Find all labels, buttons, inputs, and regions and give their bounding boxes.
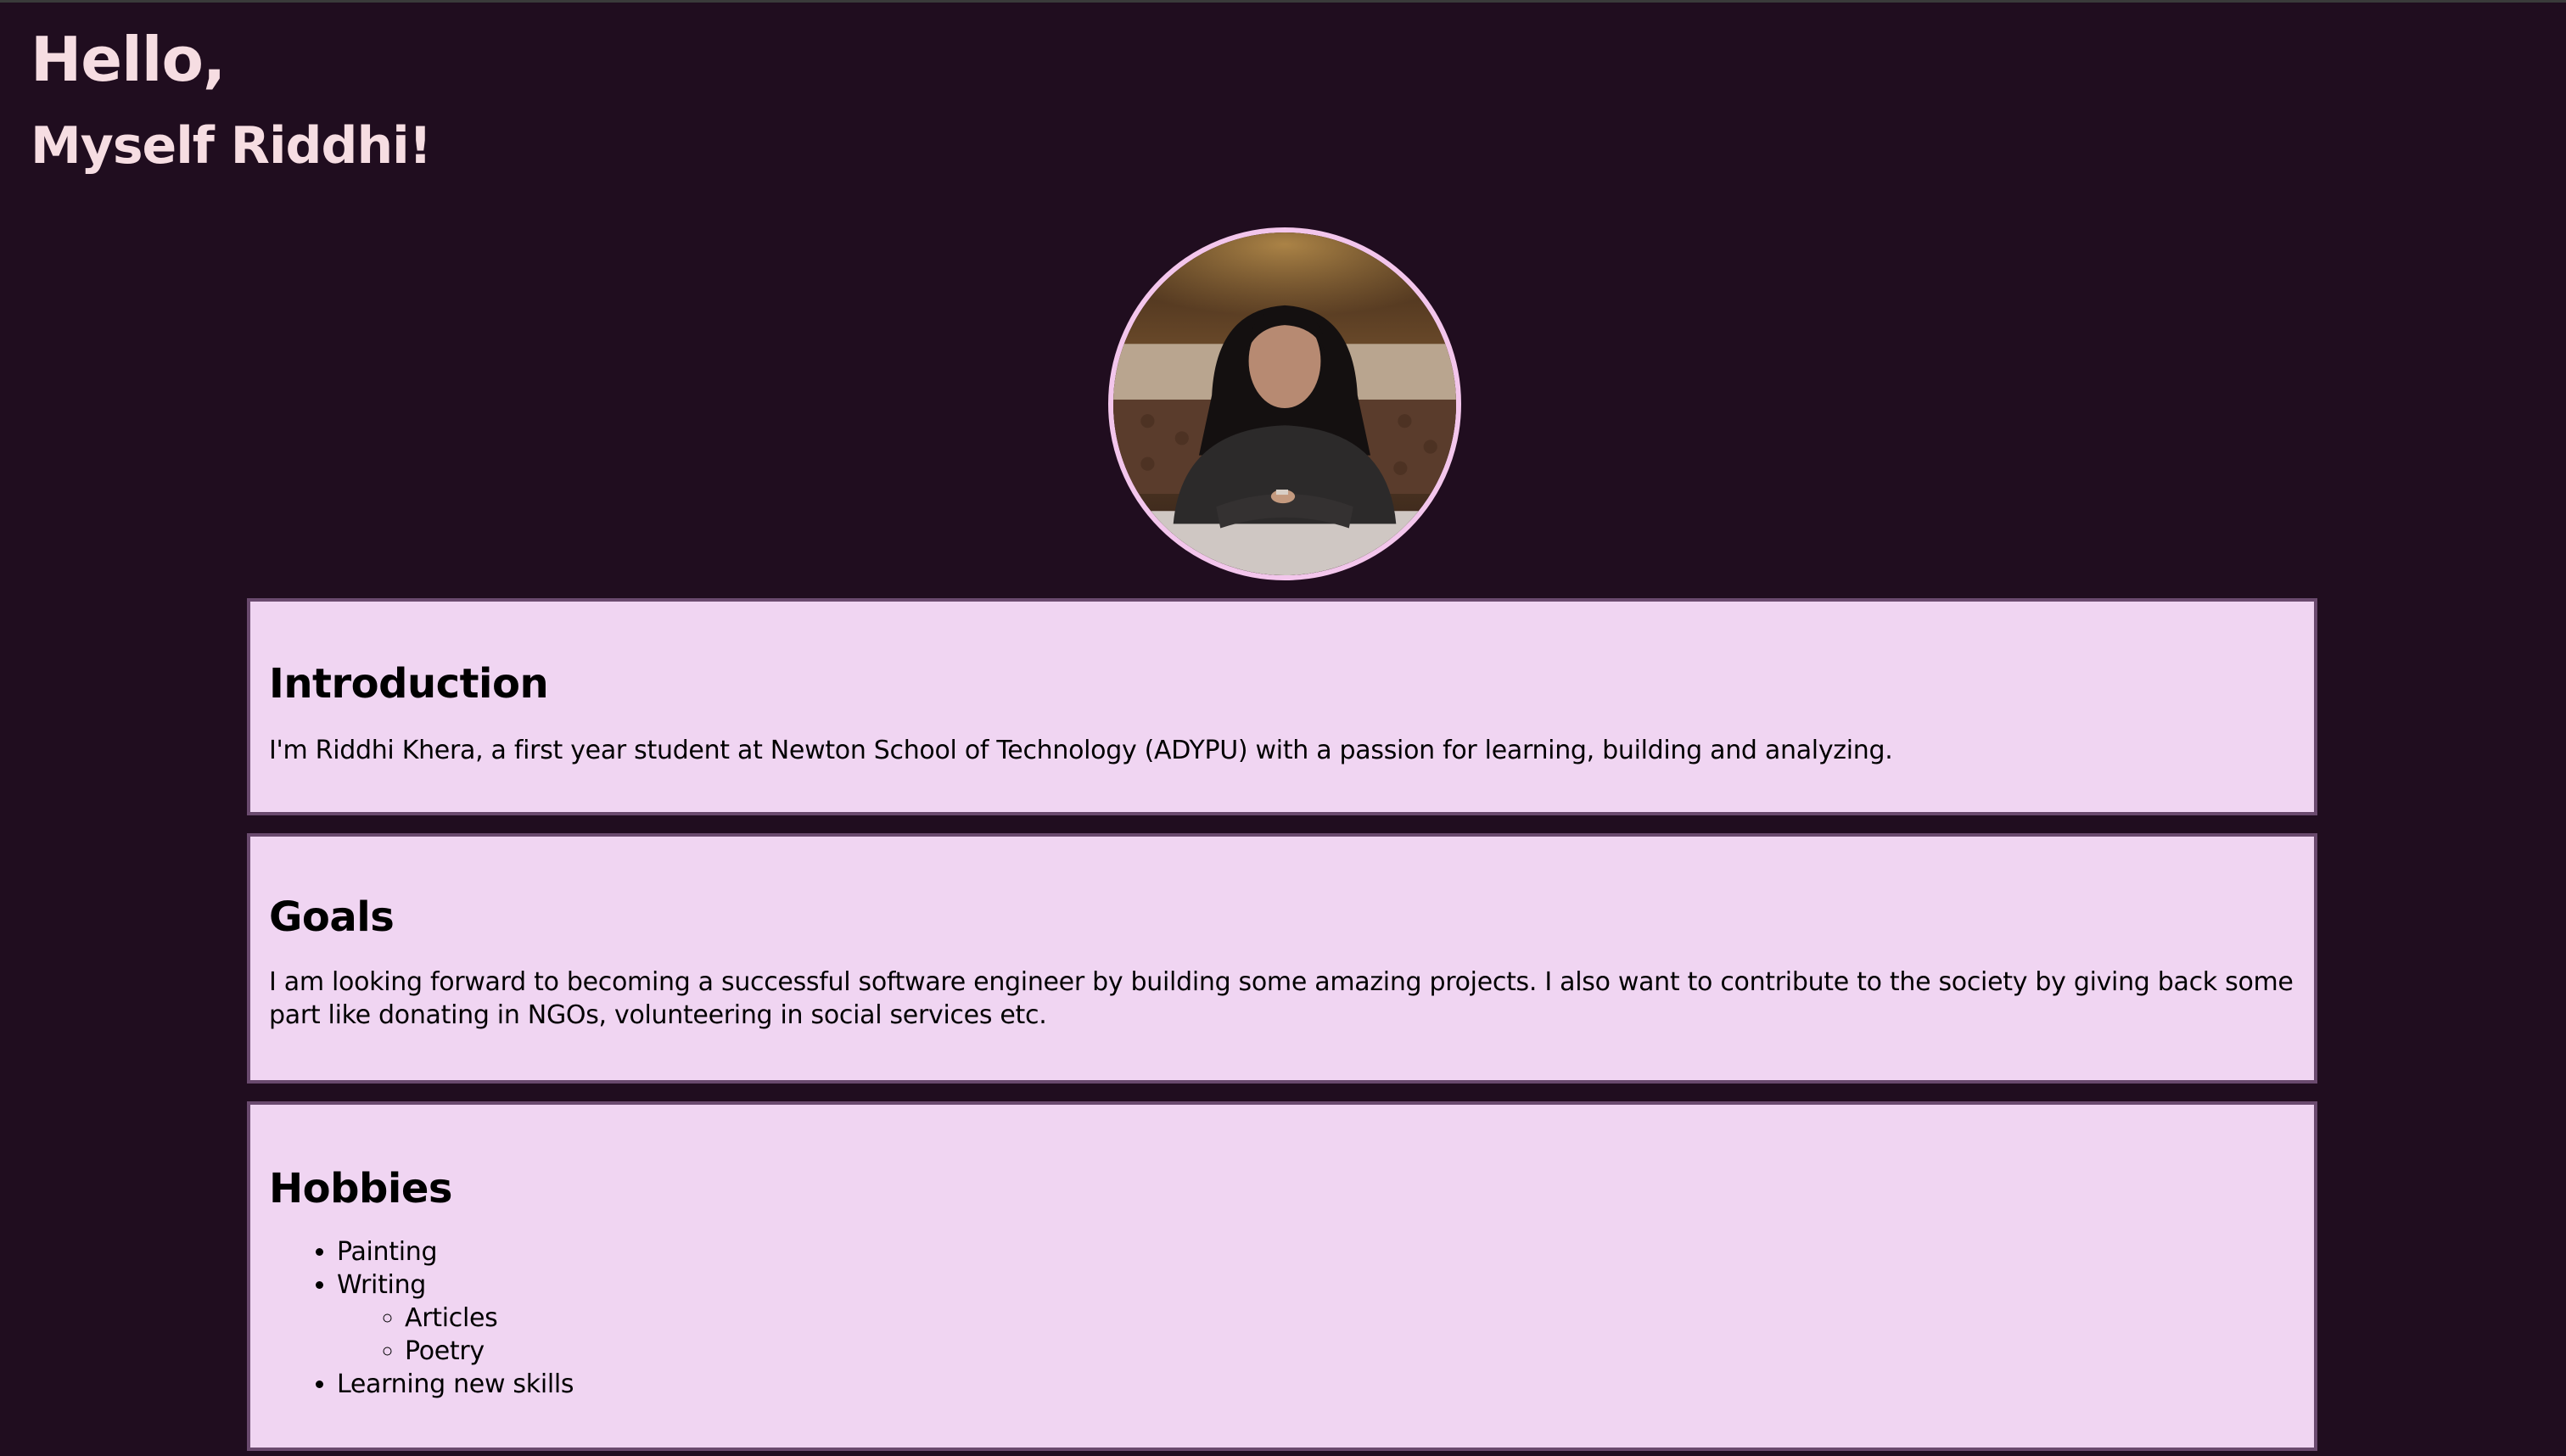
introduction-section: Introduction I'm Riddhi Khera, a first y… (247, 598, 2317, 815)
introduction-title: Introduction (269, 660, 549, 708)
hobbies-title: Hobbies (269, 1165, 452, 1212)
introduction-text: I'm Riddhi Khera, a first year student a… (269, 736, 1893, 765)
hobby-learning: Learning new skills (337, 1369, 574, 1399)
hobby-writing: Writing (337, 1270, 427, 1300)
goals-section: Goals I am looking forward to becoming a… (247, 833, 2317, 1084)
hobbies-list: Painting Writing Articles Poetry Learnin… (269, 1235, 2295, 1401)
greeting-hello: Hello, (31, 24, 226, 95)
list-item: Poetry (405, 1335, 2295, 1368)
list-item: Articles (405, 1302, 2295, 1335)
goals-title: Goals (269, 893, 395, 941)
hobby-painting: Painting (337, 1237, 438, 1267)
list-item: Painting (337, 1235, 2295, 1268)
hobbies-section: Hobbies Painting Writing Articles Poetry… (247, 1101, 2317, 1451)
greeting-name: Myself Riddhi! (31, 116, 432, 176)
hobby-poetry: Poetry (405, 1336, 485, 1366)
list-item: Learning new skills (337, 1368, 2295, 1401)
hobby-articles: Articles (405, 1303, 498, 1333)
list-item: Writing Articles Poetry (337, 1268, 2295, 1368)
profile-photo (1108, 227, 1461, 580)
profile-photo-icon (1113, 232, 1456, 575)
writing-sublist: Articles Poetry (337, 1302, 2295, 1368)
goals-text: I am looking forward to becoming a succe… (269, 967, 2294, 1030)
